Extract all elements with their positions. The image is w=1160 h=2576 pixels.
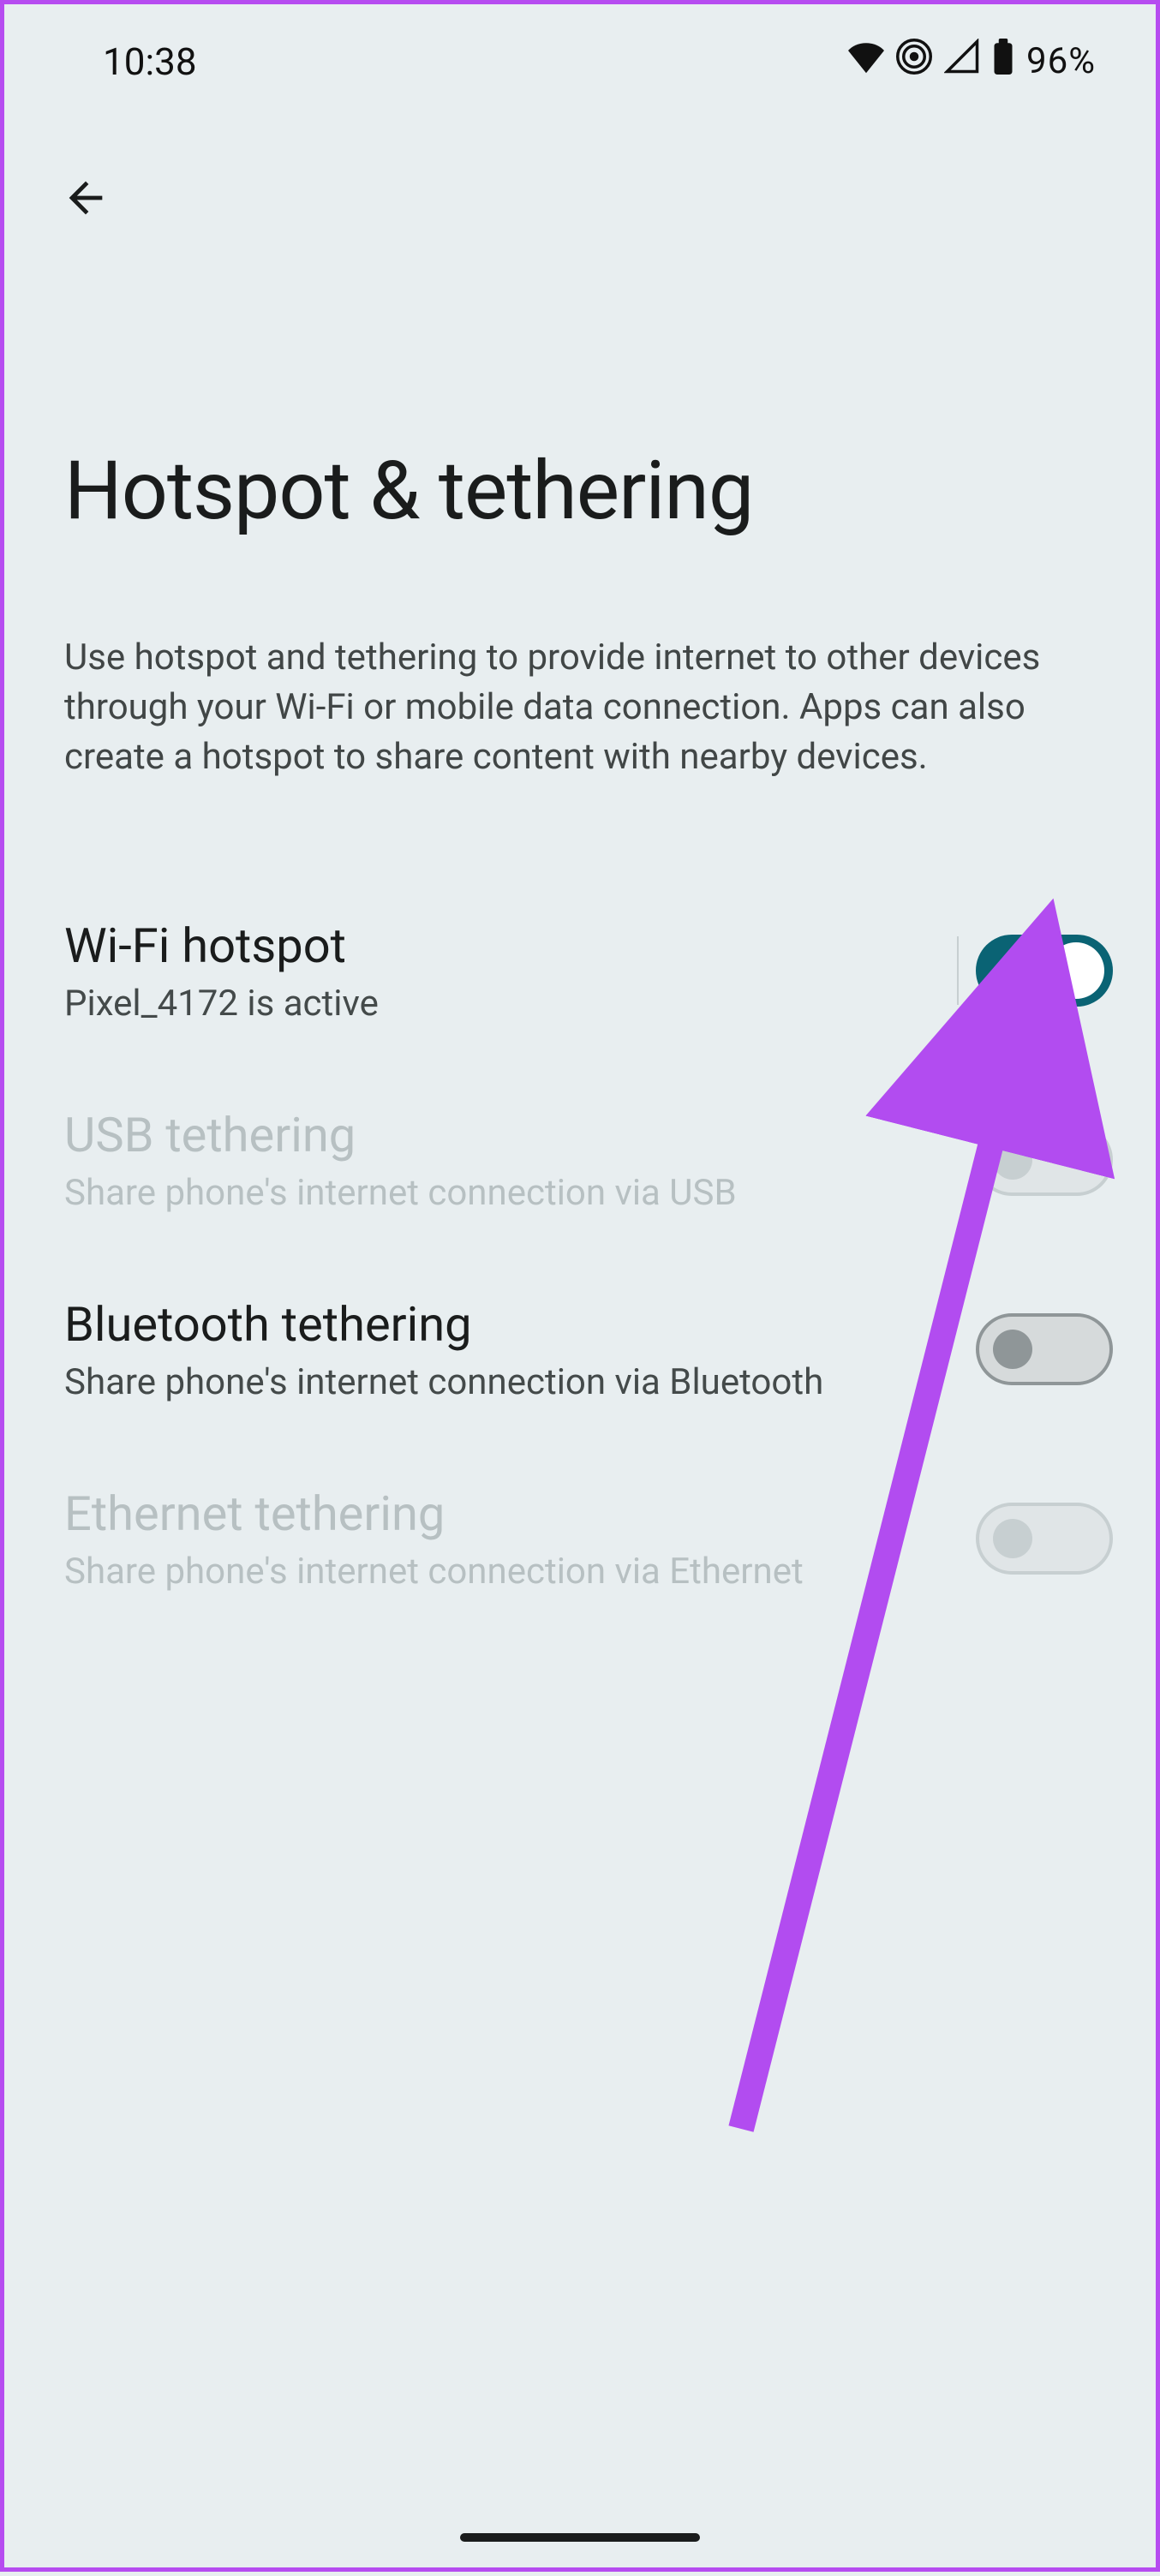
toggle-knob: [993, 1140, 1032, 1180]
item-subtitle: Share phone's internet connection via Et…: [64, 1542, 804, 1593]
signal-icon: [944, 39, 980, 84]
arrow-back-icon: [61, 173, 111, 226]
item-subtitle: Share phone's internet connection via US…: [64, 1163, 737, 1214]
usb-tethering-item: USB tethering Share phone's internet con…: [64, 1066, 1113, 1255]
gesture-nav-bar[interactable]: [460, 2533, 700, 2542]
settings-list: Wi-Fi hotspot Pixel_4172 is active USB t…: [4, 782, 1156, 1634]
back-button[interactable]: [47, 161, 124, 238]
item-text: Wi-Fi hotspot Pixel_4172 is active: [64, 917, 379, 1025]
battery-percentage: 96%: [1026, 40, 1096, 82]
toggle-knob: [993, 1330, 1032, 1369]
item-text: USB tethering Share phone's internet con…: [64, 1107, 737, 1214]
app-bar: [4, 84, 1156, 238]
wifi-hotspot-toggle[interactable]: [976, 935, 1113, 1007]
toggle-knob: [1048, 942, 1104, 999]
screen-frame: 10:38 96% Hotspot & tethering Use: [0, 0, 1160, 2572]
page-description: Use hotspot and tethering to provide int…: [4, 539, 1156, 782]
page-title: Hotspot & tethering: [4, 238, 1156, 539]
item-title: Wi-Fi hotspot: [64, 917, 379, 974]
item-subtitle: Pixel_4172 is active: [64, 974, 379, 1025]
bluetooth-tethering-toggle[interactable]: [976, 1313, 1113, 1385]
status-time: 10:38: [103, 39, 197, 84]
item-title: USB tethering: [64, 1107, 737, 1163]
item-title: Ethernet tethering: [64, 1485, 804, 1542]
item-subtitle: Share phone's internet connection via Bl…: [64, 1353, 823, 1403]
wifi-icon: [848, 39, 884, 84]
item-divider: [957, 936, 959, 1005]
battery-icon: [992, 39, 1014, 84]
wifi-hotspot-item[interactable]: Wi-Fi hotspot Pixel_4172 is active: [64, 876, 1113, 1066]
item-text: Ethernet tethering Share phone's interne…: [64, 1485, 804, 1593]
item-text: Bluetooth tethering Share phone's intern…: [64, 1296, 823, 1403]
ethernet-tethering-item: Ethernet tethering Share phone's interne…: [64, 1444, 1113, 1634]
status-icons: 96%: [848, 39, 1096, 84]
bluetooth-tethering-item[interactable]: Bluetooth tethering Share phone's intern…: [64, 1255, 1113, 1444]
item-title: Bluetooth tethering: [64, 1296, 823, 1353]
usb-tethering-toggle: [976, 1124, 1113, 1196]
toggle-knob: [993, 1519, 1032, 1558]
ethernet-tethering-toggle: [976, 1503, 1113, 1575]
status-bar: 10:38 96%: [4, 4, 1156, 84]
hotspot-icon: [896, 39, 932, 84]
